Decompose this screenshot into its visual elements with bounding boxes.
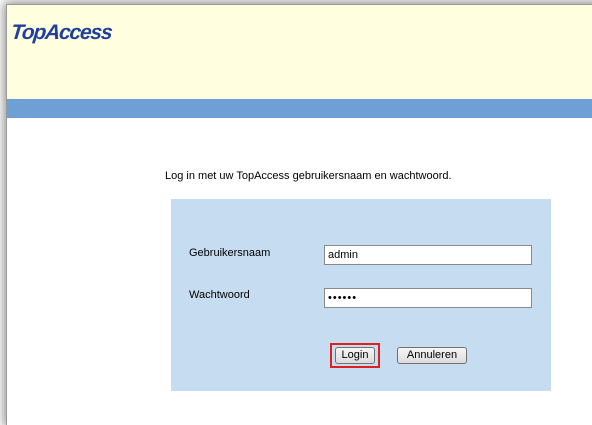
username-input[interactable] xyxy=(324,245,532,265)
password-input[interactable] xyxy=(324,288,532,308)
login-panel: Gebruikersnaam Wachtwoord Login Annulere… xyxy=(171,199,551,391)
login-button[interactable]: Login xyxy=(335,347,375,364)
login-instruction: Log in met uw TopAccess gebruikersnaam e… xyxy=(165,170,452,182)
page-header: TopAccess xyxy=(7,5,592,99)
username-label: Gebruikersnaam xyxy=(189,247,271,259)
topaccess-logo: TopAccess xyxy=(9,21,113,44)
password-label: Wachtwoord xyxy=(189,289,250,301)
nav-bar xyxy=(7,99,592,118)
cancel-button[interactable]: Annuleren xyxy=(397,347,467,364)
